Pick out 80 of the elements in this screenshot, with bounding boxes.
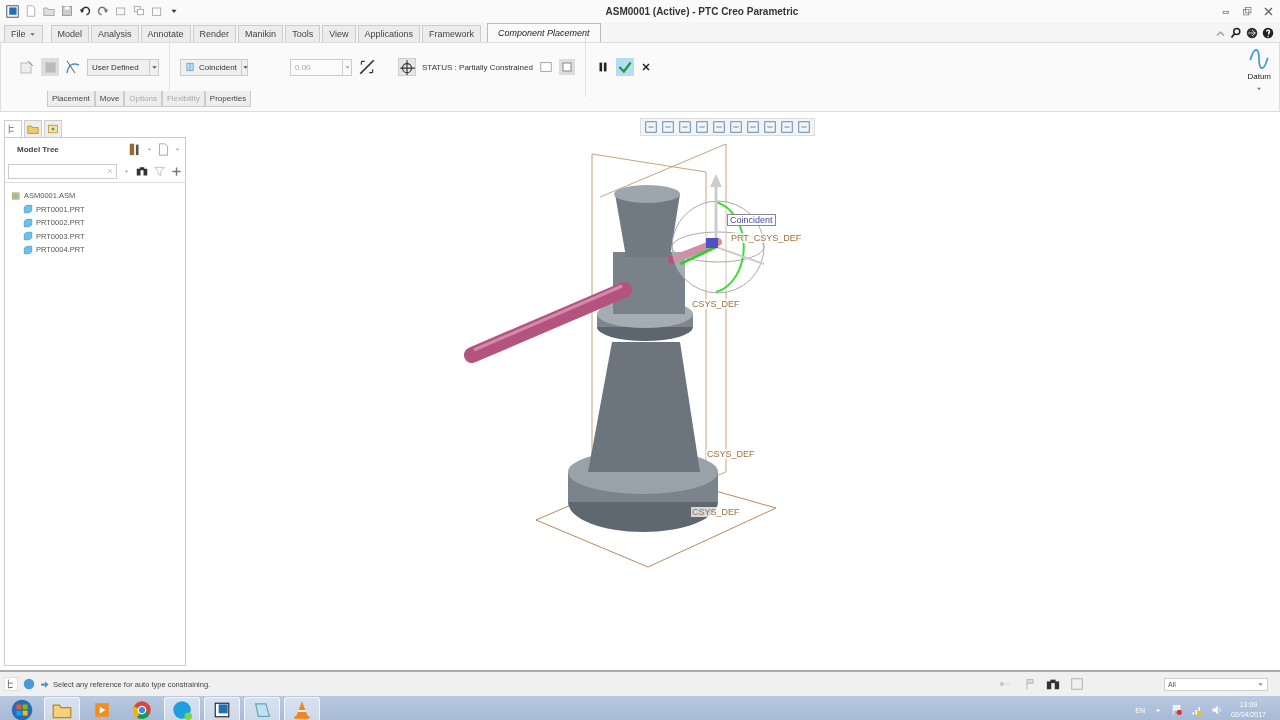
favorites-tab[interactable]	[44, 120, 62, 137]
ribbon-tab[interactable]: View	[322, 25, 356, 42]
close-icon[interactable]	[1263, 5, 1274, 17]
csys-label: PRT_CSYS_DEF	[730, 233, 803, 243]
star-folder-icon	[47, 123, 59, 135]
caret-icon[interactable]	[241, 63, 249, 71]
search-icon[interactable]	[1230, 27, 1242, 39]
restore-icon[interactable]	[1242, 5, 1253, 17]
volume-icon[interactable]	[1210, 704, 1223, 716]
find-icon[interactable]	[1046, 677, 1060, 691]
save-icon[interactable]	[61, 5, 73, 17]
csys-label: CSYS_DEF	[691, 299, 741, 309]
part-icon	[23, 204, 33, 215]
folder-icon	[27, 123, 39, 135]
model-tree-tab[interactable]	[4, 120, 22, 137]
csys-label: CSYS_DEF	[691, 507, 741, 517]
network-icon[interactable]	[1190, 704, 1203, 716]
media-player-icon	[93, 701, 111, 719]
caret-icon[interactable]	[28, 30, 36, 38]
app-window-icon	[213, 701, 231, 719]
ribbon-tab[interactable]: Manikin	[238, 25, 284, 42]
constraint-type-dropdown[interactable]: Coincident	[180, 58, 248, 76]
action-center-icon[interactable]	[1170, 704, 1183, 716]
flip-icon[interactable]	[358, 58, 376, 76]
ribbon-tab[interactable]: Render	[192, 25, 237, 42]
windows-icon[interactable]	[133, 5, 145, 17]
constraint-set-dropdown[interactable]: User Defined	[87, 58, 159, 76]
panel-tab[interactable]: Placement	[47, 91, 95, 107]
folder-tab[interactable]	[24, 120, 42, 137]
status-text: STATUS : Partially Constrained	[422, 62, 533, 72]
taskbar-app[interactable]	[204, 697, 240, 720]
move-component-icon[interactable]	[398, 58, 416, 76]
part-icon	[23, 244, 33, 255]
ribbon-tab[interactable]: Applications	[357, 25, 421, 42]
datum-label[interactable]: Datum	[1247, 72, 1271, 81]
tree-toggle-icon[interactable]	[4, 677, 18, 691]
curve-icon[interactable]	[65, 59, 81, 75]
coincident-icon	[185, 62, 195, 72]
add-icon[interactable]	[171, 165, 182, 177]
window-title: ASM0001 (Active) - PTC Creo Parametric	[604, 5, 800, 17]
csys-label: CSYS_DEF	[706, 449, 756, 459]
datum-curve-icon[interactable]	[1249, 49, 1270, 69]
part-icon	[23, 231, 33, 242]
panel-tab[interactable]: Properties	[204, 91, 252, 107]
caret-icon[interactable]	[1257, 680, 1264, 688]
part-icon	[23, 217, 33, 228]
assembly-icon	[11, 190, 21, 201]
app-icon[interactable]	[6, 4, 19, 18]
binoculars-icon[interactable]	[136, 165, 148, 177]
settings-icon[interactable]	[128, 142, 142, 156]
panel-tab[interactable]: Move	[94, 91, 125, 107]
cone-icon	[292, 700, 312, 720]
open-folder-icon[interactable]	[43, 5, 55, 17]
undo-icon[interactable]	[79, 5, 91, 17]
confirm-icon[interactable]	[615, 58, 634, 76]
ribbon-tab[interactable]: Framework	[422, 25, 482, 42]
help-icon[interactable]	[1262, 27, 1274, 39]
ribbon-tab[interactable]: Annotate	[140, 25, 191, 42]
panel-title: Model Tree	[17, 144, 60, 154]
caret-icon[interactable]	[150, 63, 158, 71]
document-icon[interactable]	[157, 142, 170, 156]
selection-icon[interactable]	[1070, 677, 1084, 691]
ribbon-tab[interactable]: Component Placement	[487, 23, 601, 42]
file-menu[interactable]: File	[4, 25, 43, 42]
chat-icon	[172, 700, 192, 720]
ribbon-tab[interactable]: Model	[50, 25, 90, 42]
search-field[interactable]	[8, 163, 117, 179]
cancel-icon[interactable]	[639, 61, 652, 73]
arrow-icon	[40, 679, 49, 689]
ribbon-tab[interactable]: Analysis	[91, 25, 139, 42]
new-file-icon[interactable]	[25, 5, 37, 17]
ribbon-tab[interactable]: Tools	[285, 25, 321, 42]
redo-icon[interactable]	[97, 5, 109, 17]
constraint-tooltip: Coincident	[727, 214, 776, 226]
clear-icon[interactable]	[106, 167, 114, 175]
filter-icon[interactable]	[154, 165, 165, 177]
windows-logo-icon	[11, 699, 33, 720]
notepad-icon	[252, 700, 272, 720]
edit-placement-icon[interactable]	[19, 59, 35, 75]
flag-icon[interactable]	[1024, 678, 1036, 690]
